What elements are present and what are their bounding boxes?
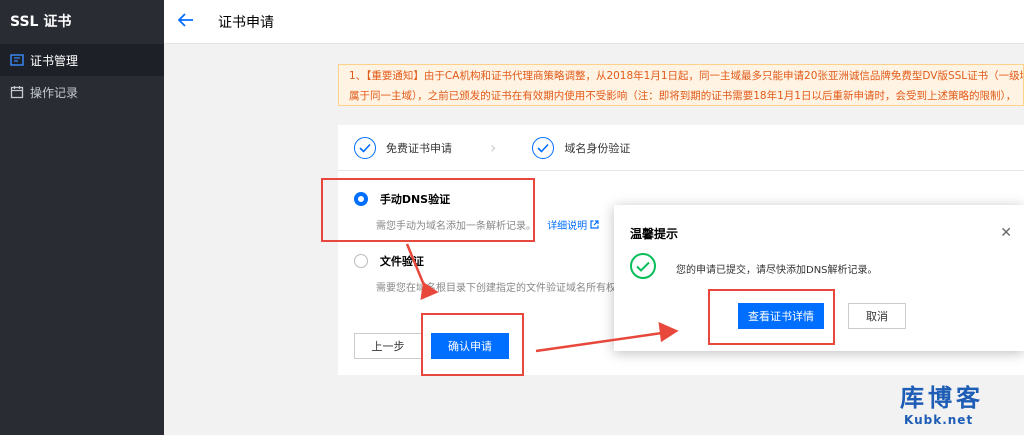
watermark-url: Kubk.net bbox=[904, 413, 974, 427]
watermark: 库博客 Kubk.net bbox=[900, 378, 1020, 427]
watermark-title: 库博客 bbox=[900, 384, 984, 412]
annotation-arrows bbox=[405, 243, 679, 353]
